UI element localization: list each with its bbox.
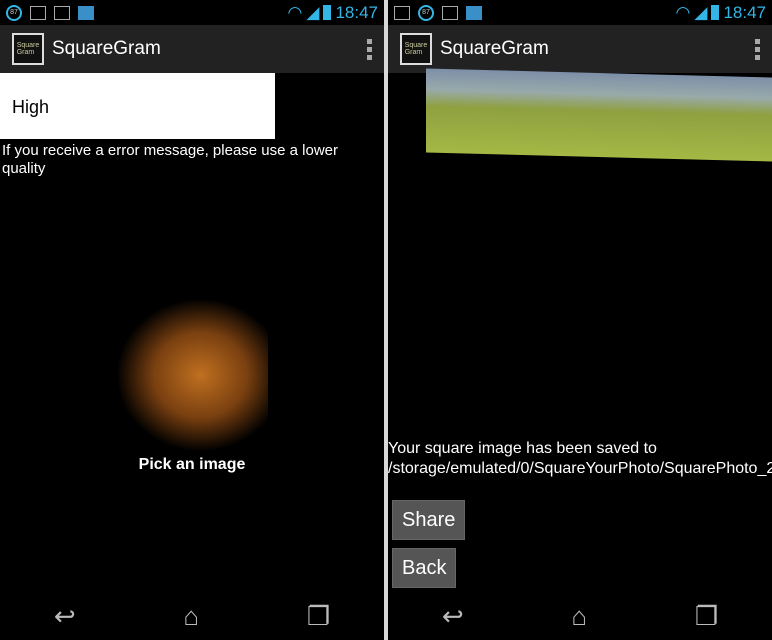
- nav-bar: ↩ ⌂ ❐: [0, 592, 384, 640]
- back-nav-icon[interactable]: ↩: [54, 601, 76, 632]
- home-nav-icon[interactable]: ⌂: [571, 601, 587, 632]
- app-title: SquareGram: [440, 38, 549, 59]
- app-title: SquareGram: [52, 38, 161, 59]
- gallery-icon: [54, 5, 70, 20]
- saved-message: Your square image has been saved to /sto…: [388, 440, 772, 477]
- quality-warning: If you receive a error message, please u…: [2, 142, 338, 177]
- back-button[interactable]: Back: [392, 548, 457, 588]
- clock: 18:47: [723, 2, 766, 22]
- app-logo: Square Gram: [400, 33, 432, 65]
- nav-bar: ↩ ⌂ ❐: [388, 592, 772, 640]
- screen-picker: 87 ◠ ◢ 18:47 Square Gram SquareGram High If…: [0, 0, 384, 640]
- signal-icon: ◢: [694, 2, 708, 22]
- action-bar: Square Gram SquareGram: [388, 25, 772, 73]
- notification-count-icon: 87: [6, 4, 22, 21]
- status-bar: 87 ◠ ◢ 18:47: [0, 0, 384, 25]
- back-nav-icon[interactable]: ↩: [442, 601, 464, 632]
- quality-spinner[interactable]: High: [0, 73, 275, 139]
- app-icon: [78, 5, 94, 20]
- app-icon: [466, 5, 482, 20]
- battery-icon: [323, 5, 332, 20]
- pick-image-label[interactable]: Pick an image: [0, 456, 384, 474]
- overflow-menu-icon[interactable]: [742, 38, 772, 60]
- app-logo: Square Gram: [12, 33, 44, 65]
- share-button[interactable]: Share: [392, 500, 466, 540]
- result-photo: [426, 68, 772, 162]
- battery-icon: [711, 5, 720, 20]
- action-bar: Square Gram SquareGram: [0, 25, 384, 73]
- home-nav-icon[interactable]: ⌂: [183, 601, 199, 632]
- gallery-icon: [394, 5, 410, 20]
- gmail-icon: [442, 5, 458, 20]
- clock: 18:47: [335, 2, 378, 22]
- screen-result: 87 ◠ ◢ 18:47 Square Gram SquareGram Your sq…: [388, 0, 772, 640]
- recents-nav-icon[interactable]: ❐: [695, 601, 718, 632]
- pick-image-thumbnail[interactable]: [118, 300, 268, 450]
- overflow-menu-icon[interactable]: [354, 38, 384, 60]
- status-bar: 87 ◠ ◢ 18:47: [388, 0, 772, 25]
- wifi-icon: ◠: [675, 2, 691, 22]
- wifi-icon: ◠: [287, 2, 303, 22]
- signal-icon: ◢: [306, 2, 320, 22]
- recents-nav-icon[interactable]: ❐: [307, 601, 330, 632]
- gmail-icon: [30, 5, 46, 20]
- notification-count-icon: 87: [418, 4, 434, 21]
